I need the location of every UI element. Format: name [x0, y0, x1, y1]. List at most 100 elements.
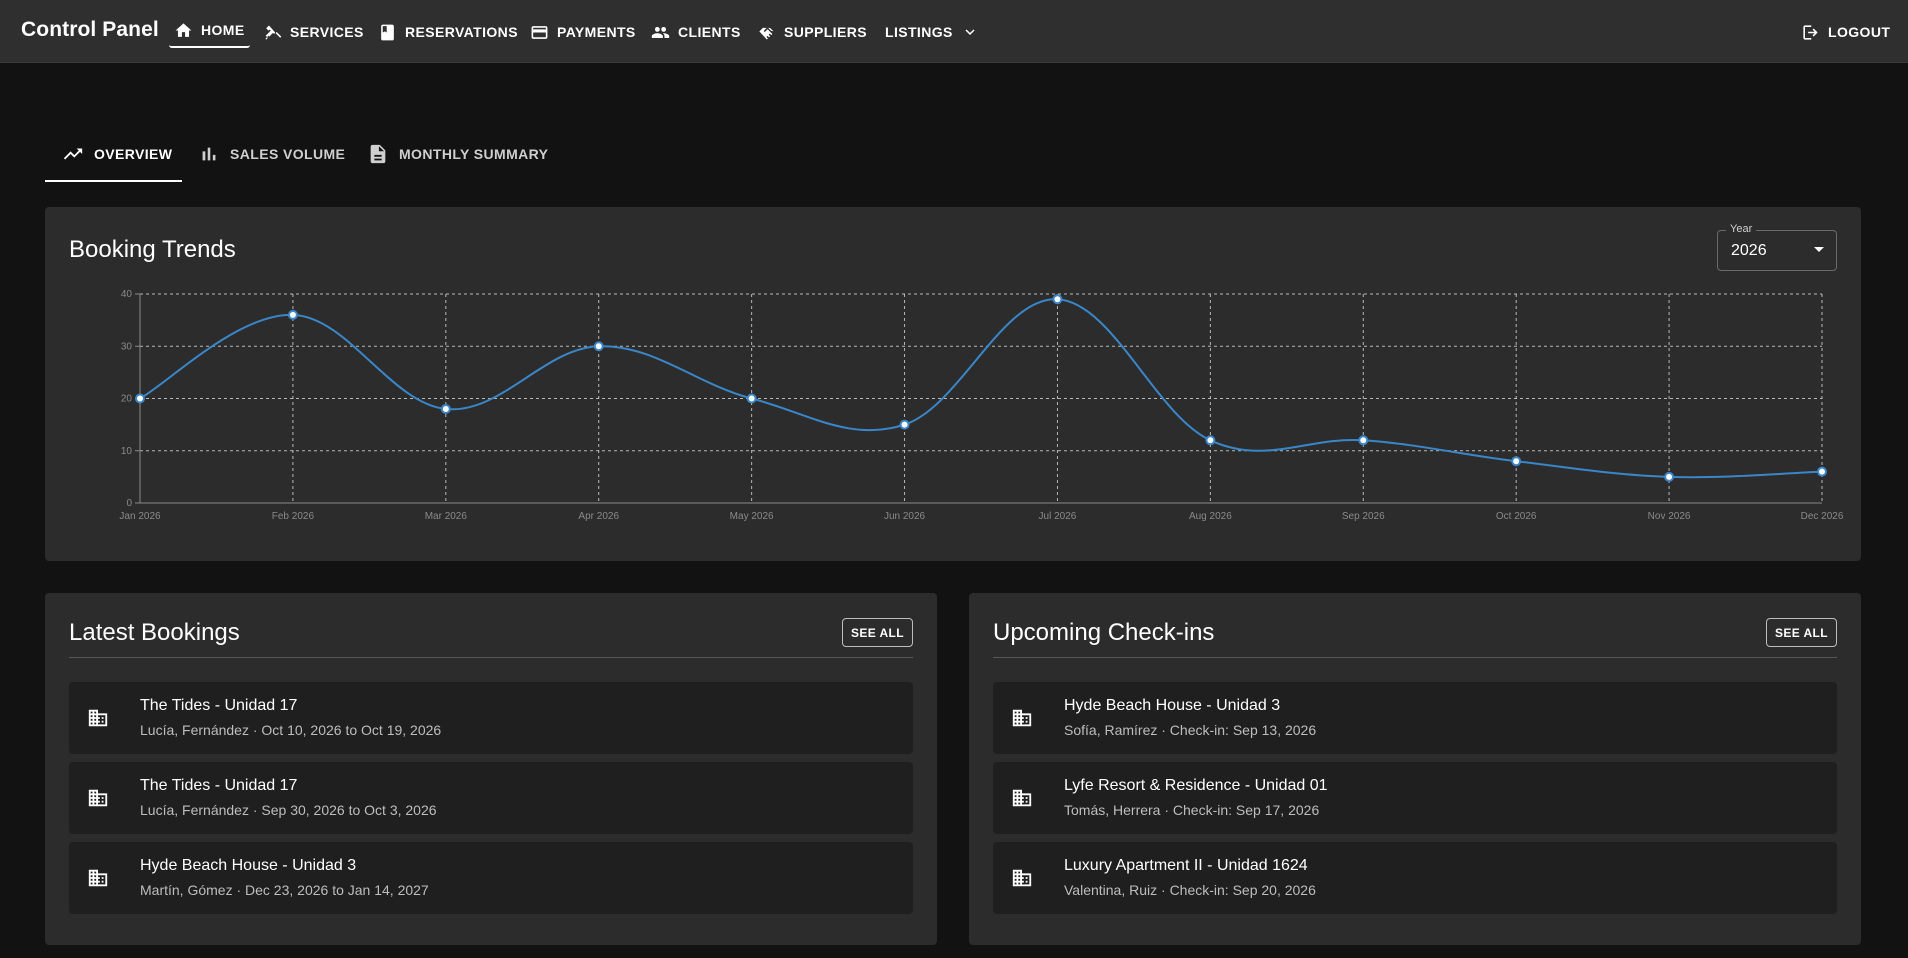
data-point: [1358, 435, 1369, 446]
x-tick-label: Oct 2026: [1496, 511, 1537, 522]
data-point: [135, 393, 145, 404]
data-point: [440, 403, 451, 414]
x-tick-label: Apr 2026: [578, 511, 619, 522]
building-icon: [88, 709, 108, 727]
x-tick-label: Nov 2026: [1648, 511, 1691, 522]
home-icon: [175, 22, 192, 37]
booking-title: Hyde Beach House - Unidad 3: [140, 857, 357, 874]
nav-services[interactable]: SERVICES: [263, 16, 364, 48]
nav-payments-label: PAYMENTS: [557, 24, 636, 40]
caret-down-icon: [1814, 247, 1824, 252]
nav-suppliers[interactable]: SUPPLIERS: [757, 16, 867, 48]
checkin-list-item[interactable]: Lyfe Resort & Residence - Unidad 01 Tomá…: [993, 762, 1837, 834]
building-icon: [1012, 709, 1032, 727]
data-point: [1052, 294, 1063, 305]
y-tick-label: 30: [121, 341, 133, 352]
latest-bookings-divider: [69, 657, 913, 658]
booking-title: The Tides - Unidad 17: [140, 697, 298, 714]
checkin-list-item[interactable]: Hyde Beach House - Unidad 3 Sofía, Ramír…: [993, 682, 1837, 754]
x-tick-label: Sep 2026: [1342, 511, 1385, 522]
checkin-details: Valentina, Ruiz · Check-in: Sep 20, 2026: [1064, 882, 1316, 898]
logout-label: LOGOUT: [1828, 24, 1891, 40]
nav-home[interactable]: HOME: [169, 14, 250, 48]
book-icon: [381, 24, 394, 40]
booking-list-item[interactable]: The Tides - Unidad 17 Lucía, Fernández ·…: [69, 762, 913, 834]
document-icon: [370, 144, 386, 164]
data-point: [1817, 466, 1827, 477]
y-tick-label: 20: [121, 394, 133, 405]
building-icon: [88, 789, 108, 807]
booking-list-item[interactable]: Hyde Beach House - Unidad 3 Martín, Góme…: [69, 842, 913, 914]
data-point: [746, 393, 757, 404]
x-tick-label: Jan 2026: [119, 511, 161, 522]
data-point: [287, 309, 298, 320]
nav-services-label: SERVICES: [290, 24, 364, 40]
data-point: [1664, 471, 1675, 482]
nav-listings[interactable]: LISTINGS: [885, 16, 979, 48]
app-brand[interactable]: Control Panel: [21, 18, 159, 42]
tab-indicator: [45, 180, 182, 182]
year-select-value: 2026: [1731, 242, 1767, 259]
booking-title: The Tides - Unidad 17: [140, 777, 298, 794]
building-icon: [1012, 789, 1032, 807]
checkin-list-item[interactable]: Luxury Apartment II - Unidad 1624 Valent…: [993, 842, 1837, 914]
checkin-details: Sofía, Ramírez · Check-in: Sep 13, 2026: [1064, 722, 1317, 738]
top-app-bar: Control Panel HOME SERVICES RESERVATIONS…: [0, 0, 1908, 63]
latest-bookings-title: Latest Bookings: [69, 619, 240, 646]
nav-reservations-label: RESERVATIONS: [405, 24, 518, 40]
checkin-title: Lyfe Resort & Residence - Unidad 01: [1064, 777, 1328, 794]
booking-trends-title: Booking Trends: [69, 236, 236, 263]
data-point: [1511, 456, 1522, 467]
x-tick-label: Jun 2026: [884, 511, 926, 522]
tab-monthly-summary-label: MONTHLY SUMMARY: [399, 146, 549, 162]
trending-up-icon: [63, 148, 83, 160]
tab-monthly-summary[interactable]: MONTHLY SUMMARY: [367, 124, 548, 184]
checkin-details: Tomás, Herrera · Check-in: Sep 17, 2026: [1064, 802, 1320, 818]
upcoming-checkins-see-all-button[interactable]: SEE ALL: [1766, 618, 1837, 647]
bar-chart-icon: [202, 147, 216, 161]
upcoming-checkins-divider: [993, 657, 1837, 658]
latest-bookings-see-all-button[interactable]: SEE ALL: [842, 618, 913, 647]
x-tick-label: Mar 2026: [425, 511, 468, 522]
data-point: [1205, 435, 1216, 446]
y-tick-label: 40: [121, 289, 133, 300]
x-tick-label: May 2026: [730, 511, 774, 522]
tab-overview-label: OVERVIEW: [94, 146, 173, 162]
y-tick-label: 10: [121, 446, 133, 457]
tab-overview[interactable]: OVERVIEW: [62, 124, 172, 184]
x-tick-label: Dec 2026: [1801, 511, 1844, 522]
booking-details: Martín, Gómez · Dec 23, 2026 to Jan 14, …: [140, 882, 429, 898]
year-select[interactable]: Year 2026: [1717, 223, 1837, 271]
nav-payments[interactable]: PAYMENTS: [530, 16, 636, 48]
nav-clients-label: CLIENTS: [678, 24, 741, 40]
y-tick-label: 0: [126, 498, 132, 509]
building-icon: [1012, 869, 1032, 887]
booking-details: Lucía, Fernández · Oct 10, 2026 to Oct 1…: [140, 722, 442, 738]
nav-suppliers-label: SUPPLIERS: [784, 24, 867, 40]
x-tick-label: Aug 2026: [1189, 511, 1232, 522]
chevron-down-icon: [965, 29, 975, 35]
upcoming-checkins-title: Upcoming Check-ins: [993, 619, 1215, 646]
handshake-icon: [759, 27, 774, 40]
tools-icon: [265, 24, 282, 40]
data-point: [899, 419, 910, 430]
nav-reservations[interactable]: RESERVATIONS: [378, 16, 518, 48]
data-point: [593, 341, 604, 352]
x-tick-label: Feb 2026: [272, 511, 315, 522]
building-icon: [88, 869, 108, 887]
logout-button[interactable]: LOGOUT: [1801, 16, 1890, 48]
credit-card-icon: [531, 25, 548, 39]
x-tick-label: Jul 2026: [1039, 511, 1077, 522]
booking-details: Lucía, Fernández · Sep 30, 2026 to Oct 3…: [140, 802, 437, 818]
checkin-title: Hyde Beach House - Unidad 3: [1064, 697, 1281, 714]
checkin-title: Luxury Apartment II - Unidad 1624: [1064, 857, 1308, 874]
people-icon: [651, 26, 670, 38]
tab-sales-volume[interactable]: SALES VOLUME: [198, 124, 345, 184]
year-select-label: Year: [1726, 223, 1757, 235]
tab-sales-volume-label: SALES VOLUME: [230, 146, 346, 162]
nav-listings-label: LISTINGS: [885, 24, 953, 40]
nav-clients[interactable]: CLIENTS: [651, 16, 741, 48]
booking-trends-chart: 0 10 20 30 40 Jan 2026 Feb 2026 Mar 2026 Apr 202…: [119, 289, 1844, 522]
booking-list-item[interactable]: The Tides - Unidad 17 Lucía, Fernández ·…: [69, 682, 913, 754]
nav-home-label: HOME: [201, 22, 245, 38]
